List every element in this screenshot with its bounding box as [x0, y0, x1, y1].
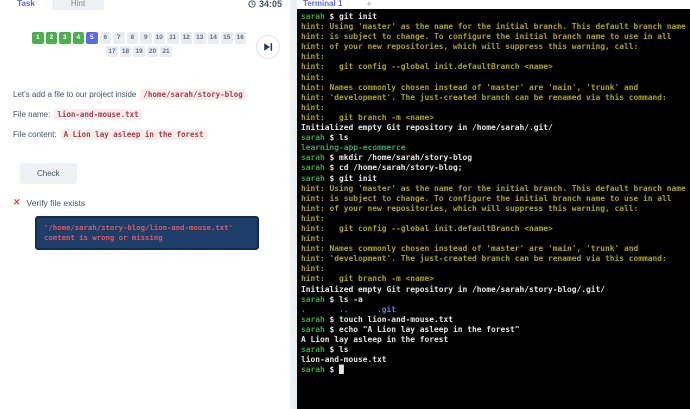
check-button[interactable]: Check: [20, 163, 77, 184]
terminal-line: sarah $ git init: [301, 173, 378, 183]
terminal-pane: Terminal 1 + sarah $ git init hint: Using…: [297, 0, 690, 409]
terminal-header: Terminal 1 +: [297, 0, 690, 9]
step-17[interactable]: 17: [106, 45, 118, 57]
tab-task[interactable]: Task: [0, 0, 52, 10]
terminal-line: hint: Names commonly chosen instead of '…: [301, 244, 639, 254]
timer: 34:05: [248, 0, 290, 9]
terminal-line: learning-app-ecommerce: [301, 143, 406, 153]
step-list: 1 2 3 4 5 6 7 8 9 10 11 12 13 14 15 16 17 18 19 20 21: [30, 32, 248, 57]
terminal-line: sarah $ touch lion-and-mouse.txt: [301, 314, 454, 324]
task-instructions: Let's add a file to our project inside /…: [13, 89, 290, 140]
terminal-line: sarah $ cd /home/sarah/story-blog;: [301, 163, 463, 173]
step-5[interactable]: 5: [86, 32, 98, 44]
file-content-line: File content: A Lion lay asleep in the f…: [13, 129, 290, 140]
steps-area: 1 2 3 4 5 6 7 8 9 10 11 12 13 14 15 16 17 18 19 20 21: [30, 32, 280, 59]
fail-x-icon: ✕: [13, 197, 21, 207]
step-3[interactable]: 3: [59, 32, 71, 44]
step-14[interactable]: 14: [207, 32, 219, 44]
terminal-line: hint:: [301, 264, 325, 274]
terminal-line: hint: git branch -m <name>: [301, 112, 435, 122]
task-intro-line: Let's add a file to our project inside /…: [13, 89, 290, 100]
step-6[interactable]: 6: [99, 32, 111, 44]
step-16[interactable]: 16: [234, 32, 246, 44]
file-name-code: lion-and-mouse.txt: [54, 109, 142, 120]
step-1[interactable]: 1: [32, 32, 44, 44]
terminal-line: hint:: [301, 213, 325, 223]
terminal-line: hint:: [301, 102, 325, 112]
step-4[interactable]: 4: [72, 32, 84, 44]
verify-error-box: '/home/sarah/story-blog/lion-and-mouse.t…: [35, 216, 259, 250]
terminal-line: sarah $ git init: [301, 12, 378, 21]
terminal-line: hint:: [301, 52, 325, 62]
tab-hint[interactable]: Hint: [52, 0, 104, 10]
tab-bar: Task Hint 34:05: [0, 0, 290, 10]
terminal-line: hint: Using 'master' as the name for the…: [301, 183, 686, 193]
terminal-line: hint:: [301, 72, 325, 82]
terminal-line: sarah $ ls -a: [301, 294, 363, 304]
verify-status-row: ✕ Verify file exists: [13, 197, 290, 208]
step-2[interactable]: 2: [45, 32, 57, 44]
terminal-line: hint: of your new repositories, which wi…: [301, 42, 639, 52]
step-12[interactable]: 12: [180, 32, 192, 44]
terminal-line: sarah $ ls: [301, 345, 349, 355]
terminal-line: hint: git config --global init.defaultBr…: [301, 223, 553, 233]
terminal-line: hint: git branch -m <name>: [301, 274, 435, 284]
terminal-tab[interactable]: Terminal 1: [297, 0, 342, 8]
terminal-line: hint: is subject to change. To configure…: [301, 193, 672, 203]
terminal-line: hint: git config --global init.defaultBr…: [301, 62, 553, 72]
terminal-line: hint: Names commonly chosen instead of '…: [301, 82, 639, 92]
task-panel: Task Hint 34:05 1 2 3 4 5 6 7 8 9 10 11 12 13 14 15 16 1…: [0, 0, 290, 409]
step-7[interactable]: 7: [113, 32, 125, 44]
task-intro-text: Let's add a file to our project inside: [13, 90, 137, 99]
terminal-line: . .. .git: [301, 304, 397, 314]
file-name-line: File name: lion-and-mouse.txt: [13, 109, 290, 120]
terminal-line: hint: of your new repositories, which wi…: [301, 203, 639, 213]
terminal-output[interactable]: sarah $ git init hint: Using 'master' as …: [297, 9, 690, 409]
terminal-line: lion-and-mouse.txt: [301, 355, 387, 365]
app-window: Task Hint 34:05 1 2 3 4 5 6 7 8 9 10 11 12 13 14 15 16 1…: [0, 0, 690, 409]
tab-task-label: Task: [17, 0, 35, 8]
step-15[interactable]: 15: [221, 32, 233, 44]
skip-forward-icon: [264, 43, 273, 51]
file-name-label: File name:: [13, 110, 51, 119]
step-9[interactable]: 9: [140, 32, 152, 44]
step-11[interactable]: 11: [167, 32, 179, 44]
terminal-line: sarah $ █: [301, 365, 344, 375]
terminal-line: hint: 'development'. The just-created br…: [301, 92, 667, 102]
step-8[interactable]: 8: [126, 32, 138, 44]
skip-to-end-button[interactable]: [256, 35, 280, 59]
step-18[interactable]: 18: [119, 45, 132, 57]
step-13[interactable]: 13: [194, 32, 206, 44]
terminal-line: Initialized empty Git repository in /hom…: [301, 123, 553, 133]
terminal-line: sarah $ echo "A Lion lay asleep in the f…: [301, 324, 520, 334]
terminal-line: hint:: [301, 234, 325, 244]
add-terminal-button[interactable]: +: [366, 0, 371, 9]
step-19[interactable]: 19: [133, 45, 145, 57]
terminal-line: A Lion lay asleep in the forest: [301, 335, 449, 344]
file-content-label: File content:: [13, 130, 57, 139]
terminal-line: hint: 'development'. The just-created br…: [301, 254, 667, 264]
file-content-code: A Lion lay asleep in the forest: [60, 129, 207, 140]
panel-divider[interactable]: [290, 0, 297, 409]
terminal-line: sarah $ mkdir /home/sarah/story-blog: [301, 153, 473, 163]
project-path-code: /home/sarah/story-blog: [140, 89, 246, 100]
step-10[interactable]: 10: [153, 32, 165, 44]
verify-label: Verify file exists: [26, 197, 86, 208]
terminal-line: sarah $ ls: [301, 133, 349, 143]
step-21[interactable]: 21: [160, 45, 172, 57]
step-20[interactable]: 20: [146, 45, 159, 57]
timer-value: 34:05: [258, 0, 282, 9]
terminal-line: Initialized empty Git repository in /hom…: [301, 284, 606, 294]
tab-hint-label: Hint: [70, 0, 86, 8]
verify-error-line2: content is wrong or missing: [44, 233, 163, 242]
clock-icon: [248, 0, 256, 8]
terminal-line: hint: is subject to change. To configure…: [301, 32, 672, 42]
verify-error-line1: '/home/sarah/story-blog/lion-and-mouse.t…: [44, 223, 233, 232]
terminal-line: hint: Using 'master' as the name for the…: [301, 22, 686, 32]
